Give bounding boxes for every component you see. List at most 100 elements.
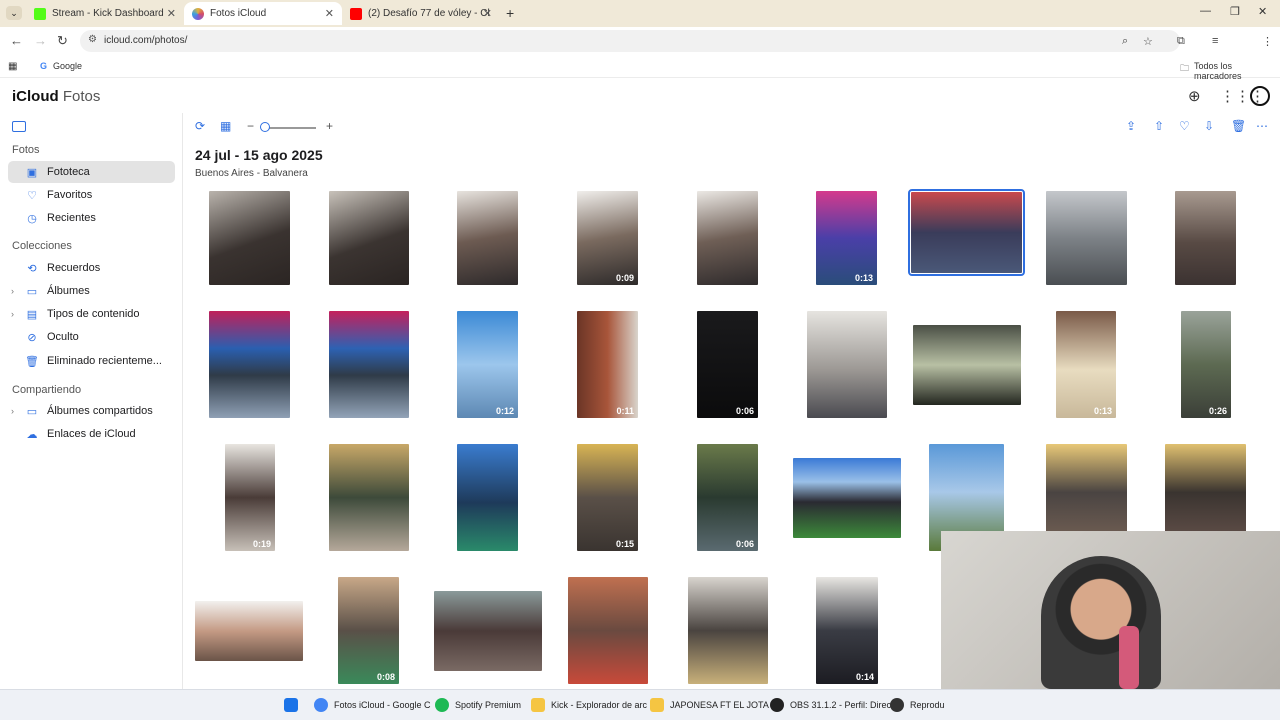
sidebar-item-oculto[interactable]: ⊘ Oculto [8,326,175,348]
video-thumbnail[interactable]: 0:06 [697,311,758,418]
media-icon[interactable]: ≡ [1212,35,1218,47]
video-thumbnail[interactable]: 0:08 [338,577,399,684]
taskbar-item-player[interactable]: Reprodu [890,698,945,712]
upload-icon[interactable]: ⇪ [1126,119,1136,133]
video-thumbnail[interactable]: 0:15 [577,444,638,551]
sidebar-item-albumes[interactable]: › ▭ Álbumes [8,280,175,302]
bookmark-google[interactable]: Google [53,61,82,71]
photo-thumbnail[interactable] [329,191,409,285]
sidebar-item-enlaces[interactable]: ☁ Enlaces de iCloud [8,423,175,445]
photo-thumbnail[interactable] [209,311,290,418]
taskbar-item-chrome[interactable]: Fotos iCloud - Google C [314,698,431,712]
extensions-icon[interactable]: ⧉ [1177,35,1185,48]
close-icon[interactable]: ✕ [483,7,492,20]
photo-thumbnail[interactable] [1175,191,1236,285]
video-thumbnail[interactable]: 0:19 [225,444,275,551]
selected-video-thumbnail[interactable] [908,189,1025,276]
chevron-right-icon[interactable]: › [11,406,14,416]
close-icon[interactable]: ✕ [167,7,176,20]
start-button[interactable] [284,698,304,712]
minimize-button[interactable]: — [1200,5,1211,17]
address-bar-row: ← → ↻ ⚙ icloud.com/photos/ ⌕ ☆ ⧉ ≡ ⋮ [0,27,1280,75]
zoom-slider-knob[interactable] [260,122,270,132]
photo-thumbnail[interactable] [195,601,303,661]
taskbar-item-japonesa[interactable]: JAPONESA FT EL JOTA - [650,698,774,712]
reload-button[interactable]: ↻ [57,33,68,49]
photo-thumbnail[interactable] [1165,444,1246,532]
maximize-button[interactable]: ❐ [1230,5,1240,18]
taskbar-item-spotify[interactable]: Spotify Premium [435,698,521,712]
photo-thumbnail[interactable] [209,191,290,285]
windows-taskbar: Fotos iCloud - Google C Spotify Premium … [0,689,1280,720]
video-thumbnail[interactable]: 0:13 [816,191,877,285]
forward-button[interactable]: → [34,33,47,48]
photo-thumbnail[interactable] [688,577,768,684]
zoom-icon[interactable]: ⌕ [1122,35,1128,48]
sidebar-item-favoritos[interactable]: ♡ Favoritos [8,184,175,206]
sidebar-item-albumes-compartidos[interactable]: › ▭ Álbumes compartidos [8,400,175,422]
icloud-logo[interactable]: iCloud Fotos [12,88,100,105]
photo-thumbnail[interactable] [807,311,887,418]
video-thumbnail[interactable]: 0:13 [1056,311,1116,418]
all-bookmarks[interactable]: Todos los marcadores [1194,61,1280,81]
taskbar-item-obs[interactable]: OBS 31.1.2 - Perfil: Direct [770,698,894,712]
photo-thumbnail[interactable] [913,325,1021,405]
sidebar-toggle-icon[interactable] [12,121,26,132]
new-tab-button[interactable]: + [506,5,514,21]
video-duration: 0:11 [616,406,634,416]
back-button[interactable]: ← [10,33,23,48]
site-info-icon[interactable]: ⚙ [88,34,97,45]
video-thumbnail[interactable]: 0:14 [816,577,878,684]
close-icon[interactable]: ✕ [325,7,334,20]
microphone-figure [1119,626,1139,689]
photo-thumbnail[interactable] [329,311,409,418]
add-icon[interactable]: ⊕ [1188,87,1201,105]
video-duration: 0:26 [1208,406,1227,416]
tab-youtube[interactable]: (2) Desafío 77 de vóley - Cl ✕ [342,2,500,25]
delete-icon[interactable]: 🗑 [1231,119,1246,133]
close-window-button[interactable]: ✕ [1258,5,1267,18]
view-icon[interactable]: ▦ [220,119,231,133]
tab-kick-dashboard[interactable]: Stream - Kick Dashboard ✕ [26,2,184,25]
zoom-in-button[interactable]: + [326,119,333,133]
download-icon[interactable]: ⇩ [1204,119,1214,133]
video-thumbnail[interactable]: 0:11 [577,311,638,418]
bookmark-star-icon[interactable]: ☆ [1143,35,1153,48]
photo-thumbnail[interactable] [1046,444,1127,532]
chevron-right-icon[interactable]: › [11,309,14,319]
video-thumbnail[interactable]: 0:06 [697,444,758,551]
sidebar-item-fototeca[interactable]: ▣ Fototeca [8,161,175,183]
photo-thumbnail[interactable] [329,444,409,551]
video-thumbnail[interactable]: 0:09 [577,191,638,285]
sidebar-item-tipos-de-contenido[interactable]: › ▤ Tipos de contenido [8,303,175,325]
share-icon[interactable]: ⇧ [1154,119,1164,133]
photo-thumbnail[interactable] [1046,191,1127,285]
photo-thumbnail[interactable] [457,444,518,551]
favorite-heart-icon[interactable]: ♡ [1179,119,1190,133]
sidebar-item-recuerdos[interactable]: ⟲ Recuerdos [8,257,175,279]
account-icon[interactable] [1250,86,1270,106]
sidebar-item-eliminado[interactable]: 🗑 Eliminado recienteme... [8,350,175,372]
rotate-icon[interactable]: ⟳ [195,119,205,133]
video-thumbnail[interactable]: 0:26 [1181,311,1231,418]
bookmarks-bar: ▦ G Google 🗀 Todos los marcadores [0,55,1280,81]
section-header-fotos: Fotos [12,144,40,156]
photo-thumbnail[interactable] [697,191,758,285]
omnibox[interactable]: ⚙ icloud.com/photos/ [80,30,1180,52]
zoom-out-button[interactable]: − [247,119,254,133]
photo-thumbnail[interactable] [457,191,518,285]
tab-fotos-icloud[interactable]: Fotos iCloud ✕ [184,2,342,25]
photo-thumbnail[interactable] [793,458,901,538]
shared-album-icon: ▭ [26,405,38,418]
sidebar-item-recientes[interactable]: ◷ Recientes [8,207,175,229]
video-thumbnail[interactable]: 0:12 [457,311,518,418]
more-icon[interactable]: ⋯ [1256,119,1268,133]
tab-search-button[interactable]: ⌄ [6,6,22,20]
photo-thumbnail[interactable] [434,591,542,671]
apps-grid-icon[interactable]: ▦ [8,61,17,72]
browser-menu-icon[interactable]: ⋮ [1262,35,1273,48]
video-duration: 0:19 [252,539,271,549]
photo-thumbnail[interactable] [568,577,648,684]
chevron-right-icon[interactable]: › [11,286,14,296]
taskbar-item-kick-explorer[interactable]: Kick - Explorador de arc [531,698,647,712]
